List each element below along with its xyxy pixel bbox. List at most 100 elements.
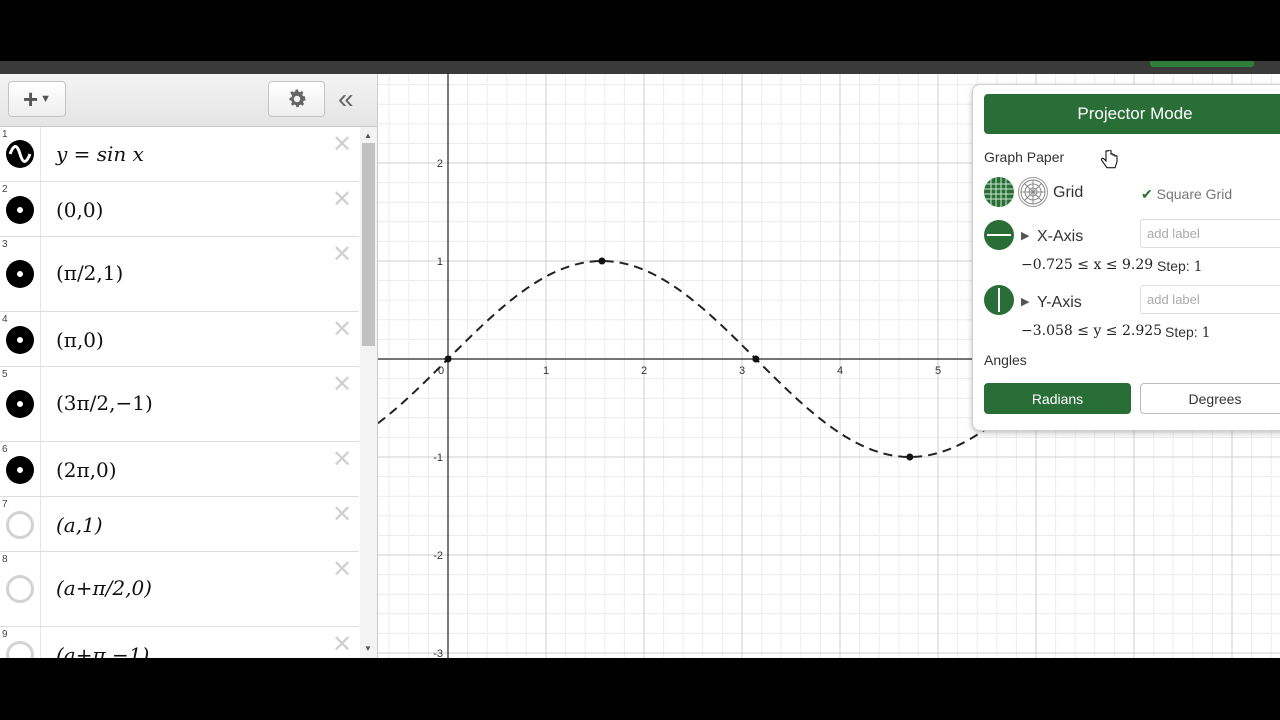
wave-icon[interactable] (6, 140, 34, 168)
expression-text[interactable]: y = sin x (56, 142, 144, 166)
point-icon[interactable] (6, 456, 34, 484)
scrollbar-thumb[interactable] (362, 143, 375, 346)
expression-text[interactable]: (3π/2,−1) (56, 391, 153, 415)
expression-text[interactable]: (a+π/2,0) (56, 576, 152, 600)
x-axis-range[interactable]: −0.725 ≤ x ≤ 9.29 (1021, 257, 1153, 273)
step-value: 1 (1201, 325, 1211, 341)
expression-index: 6 (2, 444, 8, 455)
graph-point (444, 355, 452, 363)
step-label: Step: (1157, 258, 1190, 274)
point-icon[interactable] (6, 260, 34, 288)
expression-scrollbar[interactable]: ▲ ▼ (360, 127, 377, 658)
radians-button[interactable]: Radians (984, 383, 1131, 414)
y-tick-label: -1 (433, 452, 443, 464)
y-tick-label: 2 (437, 158, 443, 170)
expression-index: 1 (2, 129, 8, 140)
delete-icon[interactable]: ✕ (331, 558, 353, 582)
expression-text[interactable]: (π,0) (56, 328, 104, 352)
y-axis-step[interactable]: Step: 1 (1165, 324, 1211, 341)
x-axis-label-input[interactable]: add label (1140, 219, 1280, 248)
expression-index: 7 (2, 499, 8, 510)
x-axis-label: X-Axis (1037, 228, 1084, 245)
expression-index: 4 (2, 314, 8, 325)
square-grid-checkbox[interactable]: ✔ Square Grid (1141, 186, 1232, 203)
expression-index: 3 (2, 239, 8, 250)
expression-text[interactable]: (a+π,−1) (56, 643, 149, 658)
point-icon[interactable] (6, 390, 34, 418)
expression-row[interactable]: 7 (a,1) ✕ (0, 497, 359, 552)
expression-text[interactable]: (2π,0) (56, 458, 117, 482)
x-axis-step[interactable]: Step: 1 (1157, 258, 1203, 275)
account-button-edge[interactable] (1150, 61, 1254, 67)
expression-toolbar: + ▼ « (0, 74, 377, 127)
y-axis-range[interactable]: −3.058 ≤ y ≤ 2.925 (1021, 323, 1162, 339)
add-item-button[interactable]: + ▼ (8, 81, 66, 117)
expression-row[interactable]: 9 (a+π,−1) ✕ (0, 627, 359, 658)
projector-mode-button[interactable]: Projector Mode (984, 94, 1280, 134)
x-tick-label: 3 (739, 365, 745, 377)
x-tick-label: 4 (837, 365, 843, 377)
expression-row[interactable]: 8 (a+π/2,0) ✕ (0, 552, 359, 627)
x-axis-icon[interactable] (984, 220, 1014, 250)
expression-index: 2 (2, 184, 8, 195)
expression-index: 8 (2, 554, 8, 565)
y-axis-label-input[interactable]: add label (1140, 285, 1280, 314)
delete-icon[interactable]: ✕ (331, 448, 353, 472)
square-grid-label: Square Grid (1156, 186, 1233, 202)
expression-index: 9 (2, 629, 8, 640)
expression-row[interactable]: 5 (3π/2,−1) ✕ (0, 367, 359, 442)
hand-cursor-icon (1100, 149, 1118, 177)
expression-row[interactable]: 1 y = sin x ✕ (0, 127, 359, 182)
point-hidden-icon[interactable] (6, 511, 34, 539)
scroll-up-icon[interactable]: ▲ (364, 131, 372, 140)
delete-icon[interactable]: ✕ (331, 188, 353, 212)
point-icon[interactable] (6, 326, 34, 354)
graph-point (752, 355, 760, 363)
delete-icon[interactable]: ✕ (331, 373, 353, 397)
settings-button[interactable] (268, 81, 325, 117)
scroll-down-icon[interactable]: ▼ (364, 644, 372, 653)
expression-row[interactable]: 4 (π,0) ✕ (0, 312, 359, 367)
collapse-panel-icon[interactable]: « (338, 85, 354, 113)
check-icon: ✔ (1141, 186, 1153, 202)
x-tick-label: 1 (543, 365, 549, 377)
plus-icon: + (22, 83, 39, 114)
expression-index: 5 (2, 369, 8, 380)
point-icon[interactable] (6, 196, 34, 224)
angles-heading: Angles (984, 352, 1027, 368)
degrees-button[interactable]: Degrees (1140, 383, 1280, 414)
expression-text[interactable]: (0,0) (56, 198, 103, 222)
grid-cartesian-icon[interactable] (984, 177, 1014, 207)
delete-icon[interactable]: ✕ (331, 503, 353, 527)
expand-x-axis-icon[interactable]: ▶ (1021, 229, 1029, 242)
x-tick-label: 5 (935, 365, 941, 377)
expression-row[interactable]: 3 (π/2,1) ✕ (0, 237, 359, 312)
y-axis-icon[interactable] (984, 285, 1014, 315)
expression-row[interactable]: 2 (0,0) ✕ (0, 182, 359, 237)
y-axis-label: Y-Axis (1037, 294, 1082, 311)
grid-label: Grid (1053, 184, 1084, 201)
gear-icon (288, 89, 306, 108)
delete-icon[interactable]: ✕ (331, 243, 353, 267)
delete-icon[interactable]: ✕ (331, 318, 353, 342)
caret-down-icon: ▼ (40, 93, 52, 105)
point-hidden-icon[interactable] (6, 575, 34, 603)
expression-row[interactable]: 6 (2π,0) ✕ (0, 442, 359, 497)
step-value: 1 (1193, 259, 1203, 275)
y-tick-label: 1 (437, 256, 443, 268)
graph-paper-heading: Graph Paper (984, 149, 1065, 165)
expression-list: 1 y = sin x ✕ 2 (0,0) ✕ 3 (π/2,1) ✕ 4 (π… (0, 127, 360, 658)
expression-panel: +▼ « 1 y = sin x ✕ 2 (0,0) ✕ 3 (π/2,1) (0, 74, 378, 658)
delete-icon[interactable]: ✕ (331, 133, 353, 157)
expression-text[interactable]: (a,1) (56, 513, 103, 537)
step-label: Step: (1165, 324, 1198, 340)
delete-icon[interactable]: ✕ (331, 633, 353, 657)
graph-point (906, 453, 914, 461)
expand-y-axis-icon[interactable]: ▶ (1021, 295, 1029, 308)
y-tick-label: -2 (433, 550, 443, 562)
graph-point (598, 257, 606, 265)
grid-polar-icon[interactable] (1018, 177, 1048, 207)
expression-text[interactable]: (π/2,1) (56, 261, 123, 285)
y-tick-label: -3 (433, 648, 443, 658)
x-tick-label: 2 (641, 365, 647, 377)
